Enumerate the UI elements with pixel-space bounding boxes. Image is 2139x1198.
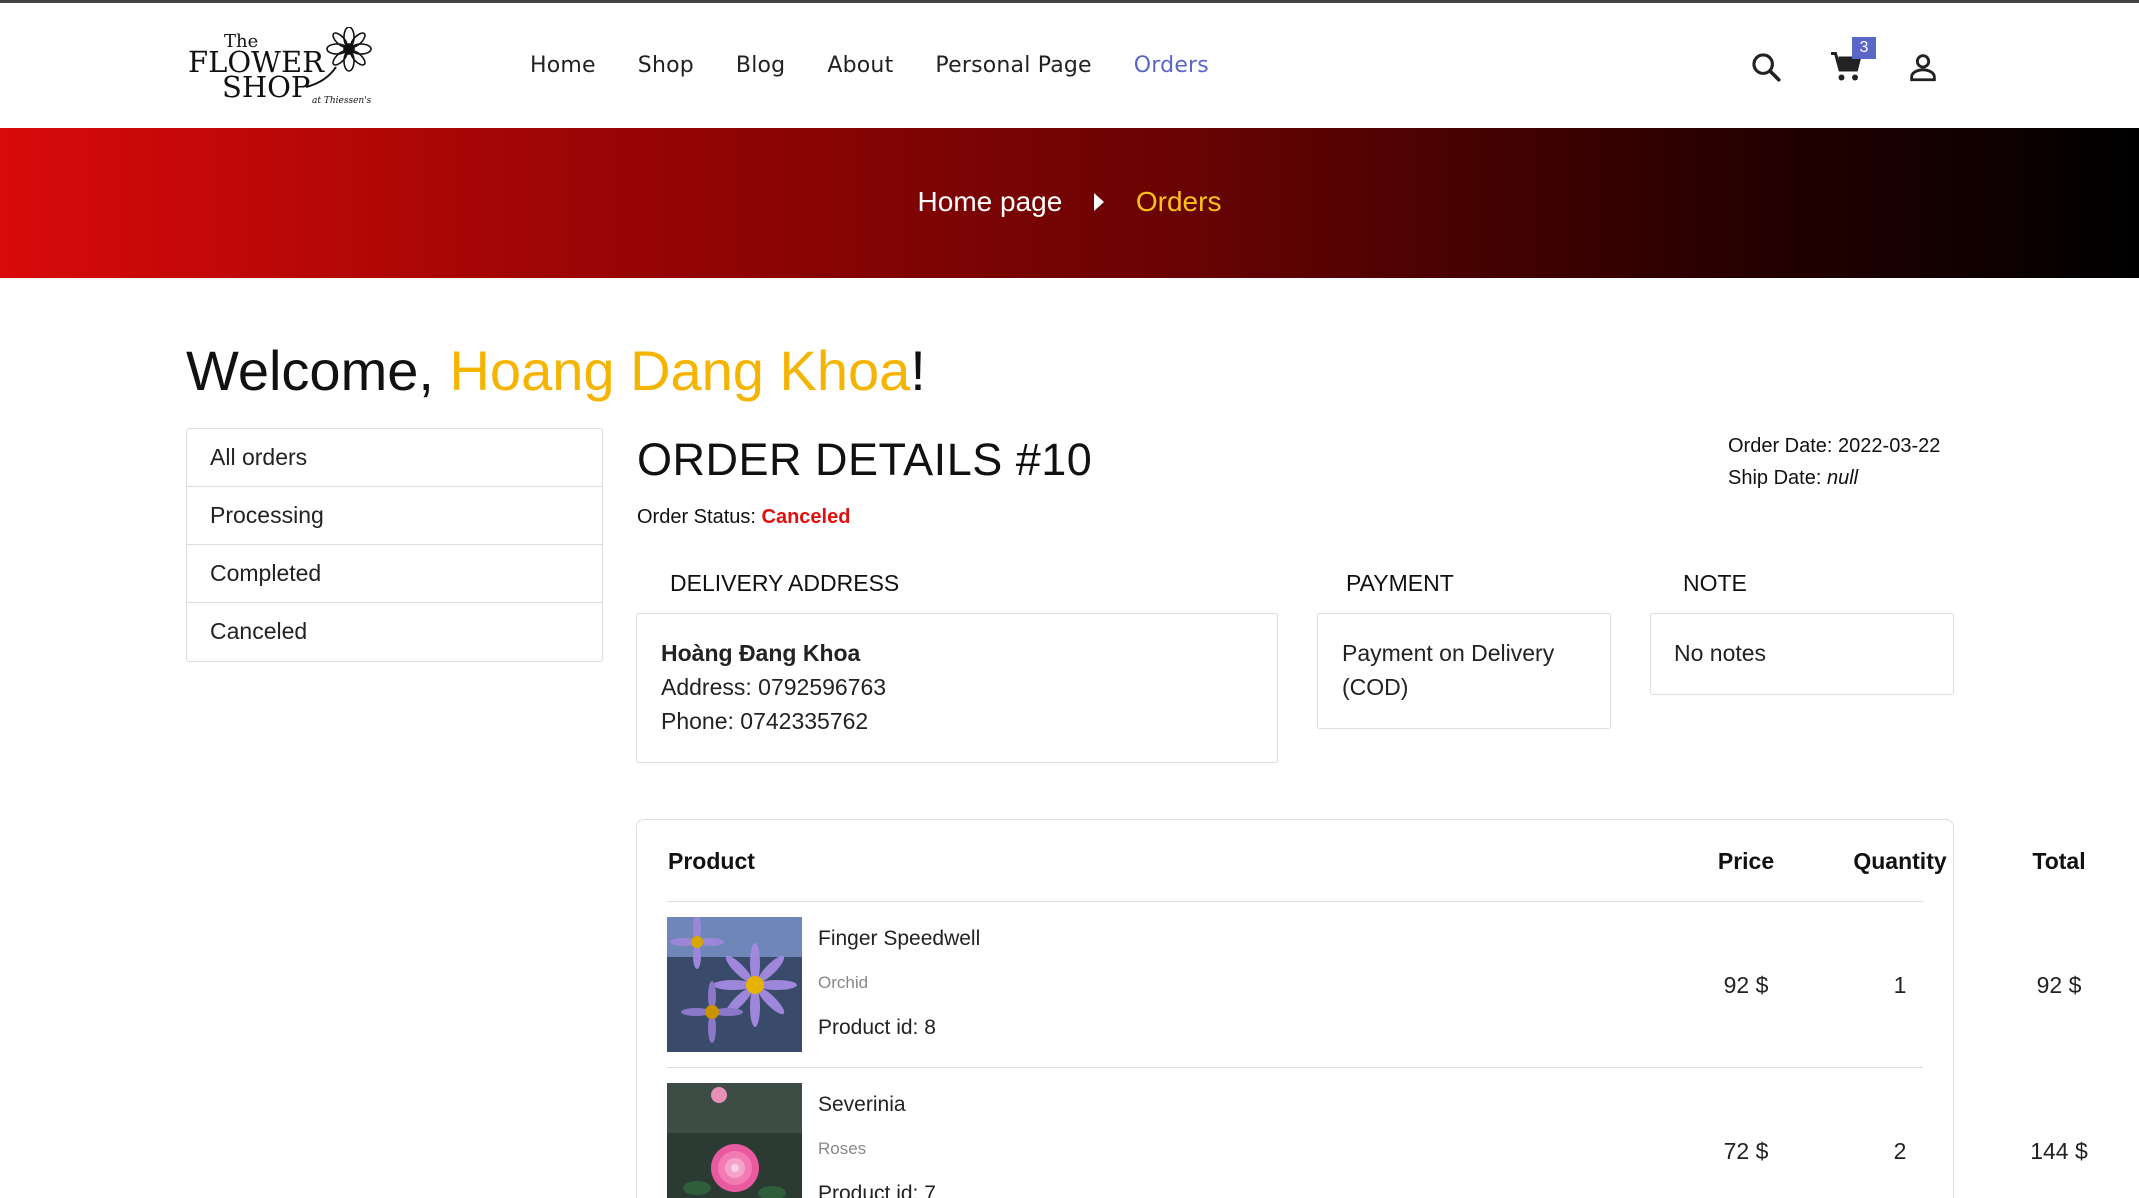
column-header-product: Product — [668, 848, 755, 874]
welcome-suffix: ! — [910, 339, 926, 402]
nav-shop[interactable]: Shop — [638, 53, 694, 78]
note-heading: NOTE — [1683, 570, 1747, 596]
order-status-value: Canceled — [761, 506, 851, 528]
note-text: No notes — [1674, 640, 1767, 666]
product-name[interactable]: Finger Speedwell — [818, 927, 980, 951]
sidebar-item-canceled[interactable]: Canceled — [187, 603, 602, 661]
product-id: Product id: 8 — [818, 1016, 936, 1039]
user-icon[interactable] — [1903, 47, 1943, 87]
search-icon[interactable] — [1746, 47, 1786, 87]
sidebar-item-processing[interactable]: Processing — [187, 487, 602, 545]
delivery-address-heading: DELIVERY ADDRESS — [670, 570, 900, 596]
welcome-prefix: Welcome, — [186, 339, 450, 402]
nav-about[interactable]: About — [827, 53, 893, 78]
product-total: 92 $ — [2036, 972, 2082, 998]
order-date-label: Order Date: — [1728, 435, 1839, 457]
ship-date-value: null — [1826, 467, 1859, 489]
product-price: 92 $ — [1723, 972, 1769, 998]
breadcrumb-home-link[interactable]: Home page — [918, 186, 1063, 217]
page-banner: Home page Orders — [0, 128, 2139, 278]
payment-method-line1: Payment on Delivery — [1342, 640, 1555, 666]
caret-right-icon — [1092, 188, 1106, 220]
order-status: Order Status: Canceled — [637, 506, 850, 529]
sidebar-item-all-orders[interactable]: All orders — [187, 429, 602, 487]
column-header-price: Price — [1717, 848, 1775, 874]
order-status-label: Order Status: — [637, 506, 762, 528]
delivery-address: Address: 0792596763 — [661, 674, 887, 700]
breadcrumb-current: Orders — [1135, 186, 1222, 217]
product-category: Roses — [818, 1139, 867, 1158]
cart-count-badge: 3 — [1852, 37, 1876, 59]
sidebar-item-completed[interactable]: Completed — [187, 545, 602, 603]
column-header-quantity: Quantity — [1853, 848, 1947, 874]
order-date-value: 2022-03-22 — [1838, 435, 1941, 457]
order-date-row: Order Date: 2022-03-22 — [1728, 430, 1940, 462]
row-divider — [667, 1067, 1923, 1068]
product-total: 144 $ — [2030, 1138, 2088, 1164]
main-nav: Home Shop Blog About Personal Page Order… — [530, 53, 1251, 78]
ship-date-label: Ship Date: — [1728, 467, 1827, 489]
product-quantity: 1 — [1893, 972, 1907, 998]
breadcrumb: Home page Orders — [0, 186, 2139, 220]
payment-card: Payment on Delivery (COD) — [1317, 613, 1611, 729]
flower-shop-logo[interactable]: The FLOWER SHOP at Thiessen's — [186, 26, 386, 107]
order-details-title: ORDER DETAILS #10 — [637, 434, 1093, 485]
nav-orders[interactable]: Orders — [1134, 53, 1209, 78]
welcome-heading: Welcome, Hoang Dang Khoa! — [186, 338, 926, 403]
order-items-table: Product Price Quantity Total Finger Spee… — [636, 819, 2088, 1198]
product-name[interactable]: Severinia — [818, 1093, 906, 1117]
note-card: No notes — [1650, 613, 1954, 695]
order-dates: Order Date: 2022-03-22 Ship Date: null — [1728, 430, 1940, 494]
header-divider — [667, 901, 1923, 902]
product-id: Product id: 7 — [818, 1182, 936, 1198]
product-image-finger-speedwell[interactable] — [667, 917, 802, 1052]
product-image-severinia[interactable] — [667, 1083, 802, 1198]
product-quantity: 2 — [1893, 1138, 1907, 1164]
daisy-icon — [326, 26, 372, 72]
product-price: 72 $ — [1723, 1138, 1769, 1164]
delivery-name: Hoàng Đang Khoa — [661, 640, 861, 666]
logo-shop-text: SHOP — [222, 70, 310, 104]
delivery-phone: Phone: 0742335762 — [661, 708, 869, 734]
site-header: The FLOWER SHOP at Thiessen's Home Shop … — [0, 3, 2139, 128]
column-header-total: Total — [2032, 848, 2086, 874]
nav-blog[interactable]: Blog — [736, 53, 785, 78]
nav-personal-page[interactable]: Personal Page — [935, 53, 1091, 78]
order-filter-sidebar: All orders Processing Completed Canceled — [186, 428, 603, 662]
payment-heading: PAYMENT — [1346, 570, 1454, 596]
ship-date-row: Ship Date: null — [1728, 462, 1940, 494]
nav-home[interactable]: Home — [530, 53, 596, 78]
payment-method-line2: (COD) — [1342, 674, 1409, 700]
delivery-address-card: Hoàng Đang Khoa Address: 0792596763 Phon… — [636, 613, 1278, 763]
welcome-user-name: Hoang Dang Khoa — [449, 339, 911, 402]
product-category: Orchid — [818, 973, 869, 992]
logo-tag-text: at Thiessen's — [312, 96, 372, 106]
